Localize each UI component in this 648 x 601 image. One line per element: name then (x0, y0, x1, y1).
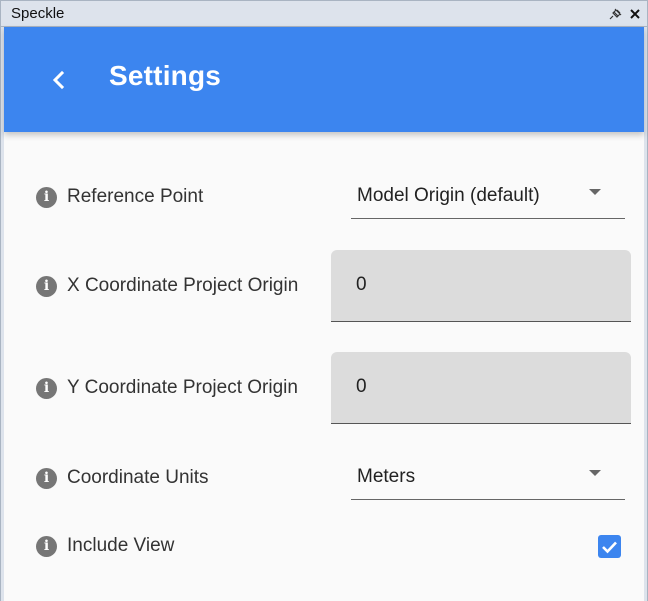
x-coordinate-label: X Coordinate Project Origin (67, 275, 299, 296)
x-coordinate-row: i X Coordinate Project Origin (36, 275, 298, 297)
reference-point-label: Reference Point (67, 186, 204, 207)
dropdown-caret-icon (589, 470, 601, 476)
info-icon[interactable]: i (36, 275, 57, 297)
coordinate-units-label: Coordinate Units (67, 467, 209, 488)
reference-point-select[interactable]: Model Origin (default) (351, 175, 625, 219)
app-header: Settings (4, 27, 644, 132)
y-coordinate-label: Y Coordinate Project Origin (67, 377, 298, 398)
dropdown-caret-icon (589, 189, 601, 195)
x-coordinate-input[interactable] (356, 274, 616, 296)
include-view-label: Include View (67, 535, 175, 556)
window-frame-right (644, 27, 648, 601)
page-title: Settings (109, 60, 222, 91)
panel-title: Speckle (11, 5, 65, 22)
coordinate-units-value: Meters (357, 466, 416, 487)
panel-titlebar: Speckle (0, 0, 648, 27)
info-icon[interactable]: i (36, 377, 57, 399)
pin-icon[interactable] (609, 7, 623, 21)
include-view-row: i Include View (36, 535, 174, 557)
x-coordinate-field[interactable] (331, 250, 631, 322)
reference-point-value: Model Origin (default) (357, 185, 540, 206)
checkmark-icon (602, 541, 617, 553)
info-icon[interactable]: i (36, 186, 57, 208)
y-coordinate-field[interactable] (331, 352, 631, 424)
close-icon[interactable] (629, 8, 641, 20)
panel-controls (609, 7, 641, 21)
coordinate-units-select[interactable]: Meters (351, 456, 625, 500)
info-icon[interactable]: i (36, 467, 57, 489)
reference-point-row: i Reference Point (36, 186, 203, 208)
y-coordinate-row: i Y Coordinate Project Origin (36, 377, 298, 399)
chevron-left-icon (52, 70, 65, 90)
y-coordinate-input[interactable] (356, 376, 616, 398)
include-view-checkbox[interactable] (598, 535, 621, 558)
info-icon[interactable]: i (36, 535, 57, 557)
coordinate-units-row: i Coordinate Units (36, 467, 209, 489)
back-button[interactable] (42, 63, 76, 97)
